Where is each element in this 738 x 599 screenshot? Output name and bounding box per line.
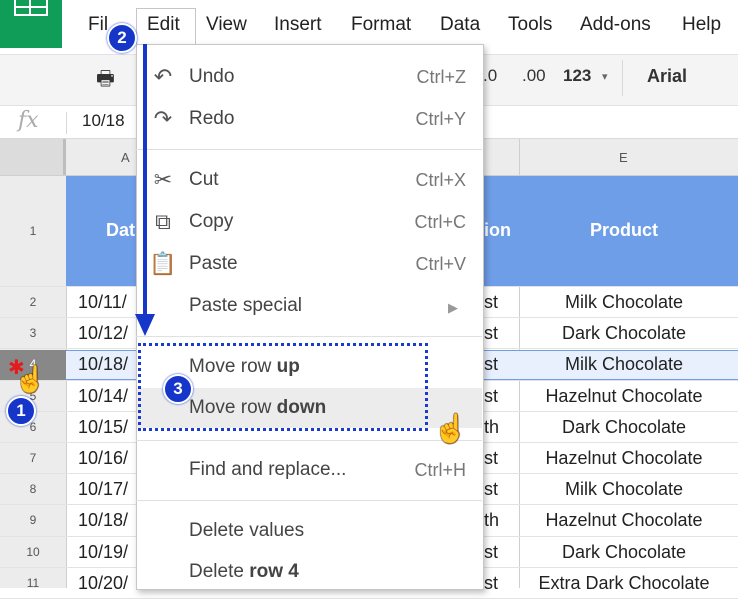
region-cell[interactable]: th: [484, 510, 499, 531]
copy-icon: ⧉: [155, 209, 171, 234]
font-select[interactable]: Arial: [647, 66, 687, 87]
date-cell[interactable]: 10/12/: [78, 323, 128, 344]
region-cell[interactable]: st: [484, 448, 498, 469]
menu-format[interactable]: Format: [351, 14, 411, 36]
header-region-label: ion: [484, 220, 511, 240]
product-cell[interactable]: Milk Chocolate: [520, 292, 728, 313]
menu-item-redo[interactable]: Redo: [189, 108, 234, 130]
menu-help[interactable]: Help: [682, 14, 721, 36]
shortcut-paste: Ctrl+V: [415, 254, 466, 274]
product-cell[interactable]: Milk Chocolate: [520, 479, 728, 500]
print-icon[interactable]: 🖶: [96, 64, 115, 98]
shortcut-redo: Ctrl+Y: [415, 109, 466, 129]
shortcut-copy: Ctrl+C: [414, 212, 466, 232]
hand-cursor-icon: ☝: [14, 364, 47, 394]
date-cell[interactable]: 10/18/: [78, 354, 128, 375]
step-badge-1: 1: [6, 396, 36, 426]
date-cell[interactable]: 10/17/: [78, 479, 128, 500]
annotation-arrow: [143, 44, 147, 316]
product-cell[interactable]: Milk Chocolate: [520, 354, 728, 375]
menu-separator: [136, 149, 482, 150]
date-cell[interactable]: 10/20/: [78, 573, 128, 594]
redo-icon: ↷: [153, 106, 173, 131]
scissors-icon: ✂: [153, 167, 173, 192]
row-number[interactable]: 8: [0, 482, 66, 496]
hand-cursor-icon: ☝: [433, 413, 468, 444]
formula-input[interactable]: 10/18: [82, 111, 125, 131]
menu-item-paste-special[interactable]: Paste special: [189, 295, 302, 317]
step-badge-3: 3: [163, 374, 193, 404]
menu-item-delete-row[interactable]: Delete row 4: [189, 561, 299, 583]
shortcut-find-replace: Ctrl+H: [414, 460, 466, 480]
date-cell[interactable]: 10/16/: [78, 448, 128, 469]
sheets-logo-icon[interactable]: [0, 0, 62, 48]
menu-separator: [136, 336, 482, 337]
menu-view[interactable]: View: [206, 14, 247, 36]
header-date-label: Dat: [106, 220, 136, 240]
column-header-e[interactable]: E: [619, 150, 628, 165]
menu-item-delete-values[interactable]: Delete values: [189, 520, 304, 542]
product-cell[interactable]: Extra Dark Chocolate: [520, 573, 728, 594]
row-number[interactable]: 7: [0, 451, 66, 465]
date-cell[interactable]: 10/19/: [78, 542, 128, 563]
shortcut-undo: Ctrl+Z: [416, 67, 467, 87]
menu-file[interactable]: Fil: [88, 14, 108, 36]
menu-insert[interactable]: Insert: [274, 14, 322, 36]
formula-divider: [66, 112, 67, 134]
row-number-1[interactable]: 1: [0, 224, 66, 238]
menu-edit[interactable]: Edit: [147, 14, 180, 36]
clipboard-icon: 📋: [149, 251, 177, 276]
region-cell[interactable]: th: [484, 417, 499, 438]
region-cell[interactable]: st: [484, 479, 498, 500]
date-cell[interactable]: 10/11/: [78, 292, 127, 313]
decrease-decimal-button[interactable]: .0: [483, 66, 497, 86]
row-number[interactable]: 10: [0, 545, 66, 559]
row-number[interactable]: 3: [0, 326, 66, 340]
step-badge-2: 2: [107, 23, 137, 53]
region-cell[interactable]: st: [484, 542, 498, 563]
undo-icon: ↶: [153, 64, 173, 89]
menu-separator: [136, 440, 482, 441]
region-cell[interactable]: st: [484, 573, 498, 594]
shortcut-cut: Ctrl+X: [415, 170, 466, 190]
region-cell[interactable]: st: [484, 354, 498, 375]
arrow-head-icon: [135, 314, 155, 336]
chevron-down-icon: ▾: [602, 71, 608, 83]
product-cell[interactable]: Hazelnut Chocolate: [520, 386, 728, 407]
date-cell[interactable]: 10/18/: [78, 510, 128, 531]
menu-item-copy[interactable]: Copy: [189, 211, 233, 233]
increase-decimal-button[interactable]: .00: [522, 66, 546, 86]
product-cell[interactable]: Dark Chocolate: [520, 323, 728, 344]
date-cell[interactable]: 10/14/: [78, 386, 128, 407]
product-cell[interactable]: Dark Chocolate: [520, 542, 728, 563]
menu-item-undo[interactable]: Undo: [189, 66, 234, 88]
header-product-label: Product: [589, 220, 658, 240]
product-cell[interactable]: Hazelnut Chocolate: [520, 448, 728, 469]
menu-addons[interactable]: Add-ons: [580, 14, 651, 36]
menu-item-cut[interactable]: Cut: [189, 169, 219, 191]
product-cell[interactable]: Hazelnut Chocolate: [520, 510, 728, 531]
product-cell[interactable]: Dark Chocolate: [520, 417, 728, 438]
menu-item-paste[interactable]: Paste: [189, 253, 238, 275]
menu-item-find-replace[interactable]: Find and replace...: [189, 459, 346, 481]
date-cell[interactable]: 10/15/: [78, 417, 128, 438]
toolbar-divider: [622, 60, 623, 96]
row-number[interactable]: 9: [0, 513, 66, 527]
region-cell[interactable]: st: [484, 386, 498, 407]
fx-icon: fx: [18, 108, 39, 133]
select-all-corner[interactable]: [0, 139, 66, 175]
more-formats-button[interactable]: 123: [563, 66, 591, 86]
menu-data[interactable]: Data: [440, 14, 480, 36]
region-cell[interactable]: st: [484, 292, 498, 313]
menu-separator: [136, 500, 482, 501]
submenu-arrow-icon: ▶: [448, 300, 458, 315]
region-cell[interactable]: st: [484, 323, 498, 344]
row-number[interactable]: 2: [0, 295, 66, 309]
menu-tools[interactable]: Tools: [508, 14, 552, 36]
column-header-a[interactable]: A: [121, 150, 130, 165]
